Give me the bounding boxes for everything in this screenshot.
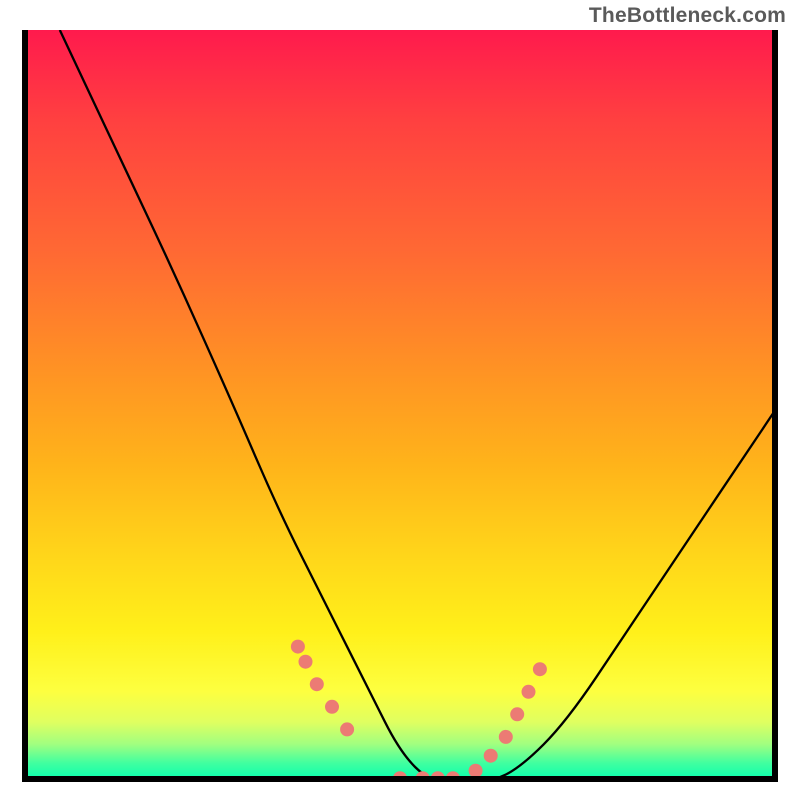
- plot-gradient-area: [22, 30, 778, 782]
- chart-container: TheBottleneck.com: [0, 0, 800, 800]
- bottom-whitespace: [0, 782, 800, 800]
- watermark-text: TheBottleneck.com: [589, 4, 786, 28]
